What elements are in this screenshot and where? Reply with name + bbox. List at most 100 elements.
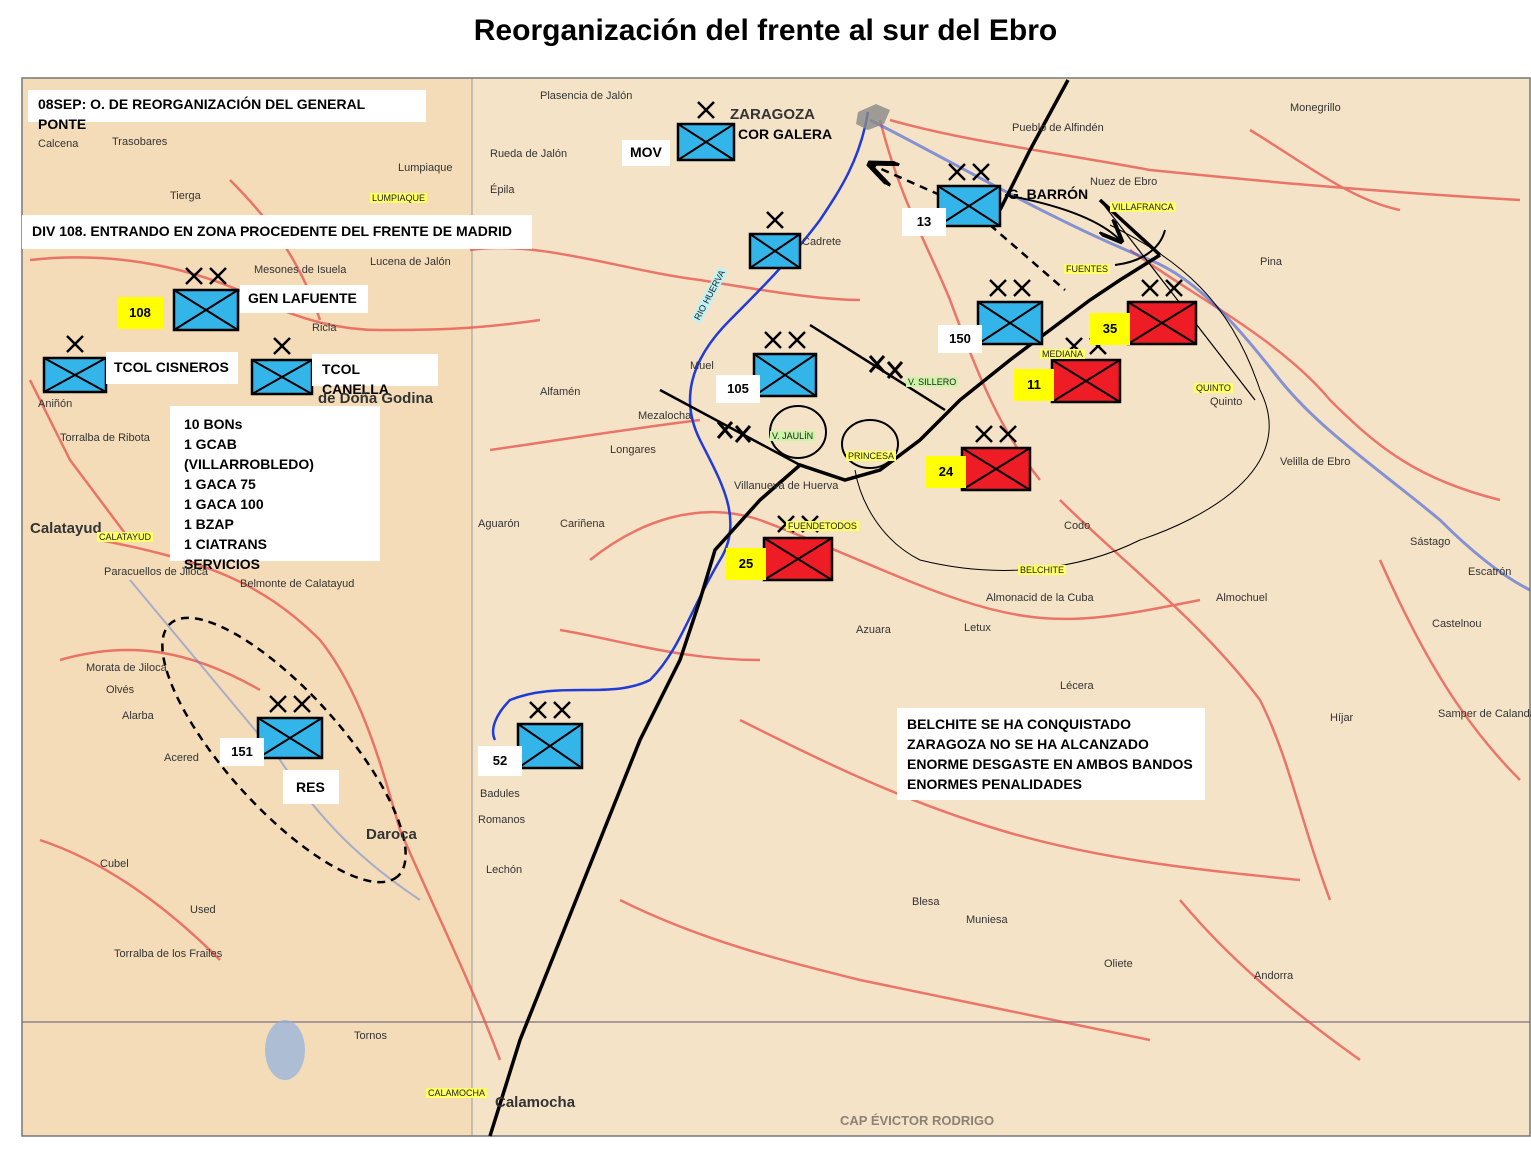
town-label: Badules	[480, 788, 520, 800]
town-label: Romanos	[478, 814, 526, 826]
unit-number-13: 13	[902, 208, 946, 236]
town-label: Mezalocha	[638, 410, 692, 422]
town-label: Morata de Jiloca	[86, 662, 167, 674]
town-label: Épila	[490, 184, 515, 196]
unit-number-52: 52	[478, 746, 522, 776]
town-label: Olvés	[106, 684, 135, 696]
town-label: Trasobares	[112, 136, 168, 148]
place-zaragoza: ZARAGOZA	[730, 106, 815, 123]
order-note: 08SEP: O. DE REORGANIZACIÓN DEL GENERAL …	[28, 90, 426, 132]
place-calamocha: Calamocha	[495, 1094, 576, 1111]
town-label: Lechón	[486, 864, 523, 876]
highlight-lumpiaque: LUMPIAQUE	[370, 193, 428, 203]
town-label: Almonacid de la Cuba	[986, 592, 1094, 604]
composition-line: 1 GACA 75	[184, 476, 256, 492]
town-label: Lécera	[1060, 680, 1094, 692]
unit-number-108: 108	[117, 297, 163, 329]
town-label: Mesones de Isuela	[254, 264, 347, 276]
unit-number-25: 25	[726, 548, 766, 580]
town-label: Monegrillo	[1290, 102, 1341, 114]
label-tcol-cisneros: TCOL CISNEROS	[106, 352, 238, 384]
map-panel-east	[471, 77, 1531, 1137]
town-label: Lumpiaque	[398, 162, 453, 174]
composition-box: 10 BONs 1 GCAB (VILLARROBLEDO) 1 GACA 75…	[170, 406, 380, 572]
town-label: Cariñena	[560, 518, 605, 530]
highlight-belchite: BELCHITE	[1018, 565, 1067, 575]
label-mov: MOV	[622, 140, 670, 166]
label-gen-lafuente: GEN LAFUENTE	[240, 285, 368, 313]
unit-number-105: 105	[716, 375, 760, 403]
town-label: Torralba de los Frailes	[114, 948, 223, 960]
town-label: Lucena de Jalón	[370, 256, 451, 268]
summary-line: ENORME DESGASTE EN AMBOS BANDOS	[907, 756, 1193, 772]
highlight-calatayud: CALATAYUD	[97, 532, 154, 542]
composition-line: 1 CIATRANS	[184, 536, 267, 552]
town-label: Samper de Calanda	[1438, 708, 1531, 720]
town-label: Pueblo de Alfindén	[1012, 122, 1104, 134]
town-label: Longares	[610, 444, 656, 456]
town-label: Alfamén	[540, 386, 581, 398]
highlight-v-jaulin: V. JAULÍN	[770, 431, 816, 441]
town-label: Belmonte de Calatayud	[240, 578, 355, 590]
town-label: Quinto	[1210, 396, 1243, 408]
summary-line: ZARAGOZA NO SE HA ALCANZADO	[907, 736, 1149, 752]
town-label: Muniesa	[966, 914, 1008, 926]
town-label: Torralba de Ribota	[60, 432, 150, 444]
place-daroca: Daroca	[366, 826, 417, 843]
composition-line: SERVICIOS	[184, 556, 260, 572]
town-label: Almochuel	[1216, 592, 1268, 604]
town-label: Rueda de Jalón	[490, 148, 568, 160]
place-dona-godina: de Doña Godina	[318, 390, 434, 407]
town-label: Villanueva de Huerva	[734, 480, 839, 492]
highlight-princesa: PRINCESA	[846, 451, 897, 461]
town-label: Pina	[1260, 256, 1283, 268]
town-label: Codo	[1064, 520, 1091, 532]
town-label: Tierga	[170, 190, 201, 202]
town-label: Aniñón	[38, 398, 73, 410]
highlight-fuentes: FUENTES	[1064, 264, 1111, 274]
town-label: Cubel	[100, 858, 129, 870]
composition-line: 1 GACA 100	[184, 496, 264, 512]
town-label: Tornos	[354, 1030, 388, 1042]
highlight-fuendetodos: FUENDETODOS	[786, 521, 859, 531]
summary-box: BELCHITE SE HA CONQUISTADO ZARAGOZA NO S…	[897, 708, 1205, 800]
label-res: RES	[283, 770, 339, 804]
unit-number-151: 151	[220, 738, 264, 766]
label-tcol-canella: TCOL CANELLA	[312, 354, 438, 397]
highlight-calamocha: CALAMOCHA	[426, 1088, 488, 1098]
town-label: Blesa	[912, 896, 940, 908]
label-g-barron: G. BARRÓN	[1008, 186, 1089, 202]
highlight-villafranca: VILLAFRANCA	[1110, 202, 1176, 212]
composition-line: 1 GCAB (VILLARROBLEDO)	[184, 436, 314, 472]
town-label: Cadrete	[802, 236, 842, 248]
highlight-v-sillero: V. SILLERO	[906, 377, 959, 387]
town-label: Paracuellos de Jiloca	[104, 566, 208, 578]
town-label: Acered	[164, 752, 199, 764]
town-label: Ricla	[312, 322, 337, 334]
town-label: Muel	[690, 360, 714, 372]
place-calatayud: Calatayud	[30, 520, 102, 537]
town-label: Híjar	[1330, 712, 1354, 724]
town-label: Escatrón	[1468, 566, 1512, 578]
unit-number-24: 24	[926, 456, 966, 488]
town-label: Nuez de Ebro	[1090, 176, 1158, 188]
town-label: Used	[190, 904, 216, 916]
highlight-mediana: MEDIANA	[1040, 349, 1086, 359]
composition-line: 1 BZAP	[184, 516, 234, 532]
town-label: Alarba	[122, 710, 154, 722]
unit-number-11: 11	[1014, 369, 1054, 401]
unit-number-150: 150	[938, 325, 982, 353]
town-label: Calcena	[38, 138, 79, 150]
label-cor-galera: COR GALERA	[738, 126, 833, 142]
town-label: Andorra	[1254, 970, 1294, 982]
div108-note: DIV 108. ENTRANDO EN ZONA PROCEDENTE DEL…	[22, 215, 532, 249]
town-label: Letux	[964, 622, 991, 634]
map-credit: CAP ÉVICTOR RODRIGO	[840, 1113, 995, 1128]
unit-number-35: 35	[1090, 313, 1130, 345]
summary-line: BELCHITE SE HA CONQUISTADO	[907, 716, 1132, 732]
summary-line: ENORMES PENALIDADES	[907, 776, 1083, 792]
town-label: Azuara	[856, 624, 891, 636]
town-label: Aguarón	[478, 518, 520, 530]
town-label: Sástago	[1410, 536, 1451, 548]
town-label: Oliete	[1104, 958, 1133, 970]
